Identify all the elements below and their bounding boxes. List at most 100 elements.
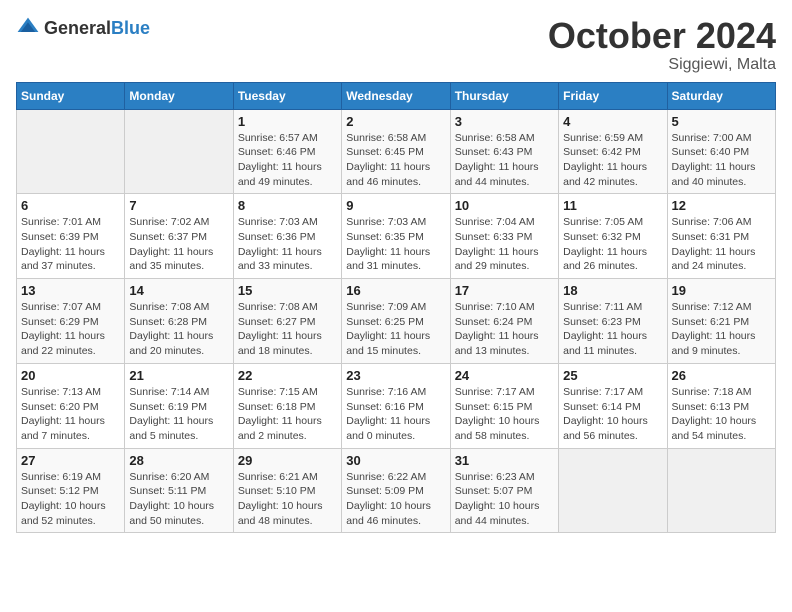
- day-number: 1: [238, 114, 337, 129]
- day-cell: 21 Sunrise: 7:14 AM Sunset: 6:19 PM Dayli…: [125, 363, 233, 448]
- day-detail: Sunrise: 7:17 AM Sunset: 6:14 PM Dayligh…: [563, 385, 662, 444]
- location-subtitle: Siggiewi, Malta: [548, 56, 776, 74]
- day-number: 4: [563, 114, 662, 129]
- day-cell: 9Sunrise: 7:03 AM Sunset: 6:35 PM Daylig…: [342, 194, 450, 279]
- day-cell: 3 Sunrise: 6:58 AM Sunset: 6:43 PM Daylig…: [450, 109, 558, 194]
- day-cell: 31Sunrise: 6:23 AM Sunset: 5:07 PM Dayli…: [450, 448, 558, 533]
- day-detail: Sunrise: 7:05 AM Sunset: 6:32 PM Dayligh…: [563, 215, 662, 274]
- weekday-header-monday: Monday: [125, 82, 233, 109]
- day-detail: Sunrise: 6:19 AM Sunset: 5:12 PM Dayligh…: [21, 470, 120, 529]
- weekday-header-sunday: Sunday: [17, 82, 125, 109]
- day-cell: 14Sunrise: 7:08 AM Sunset: 6:28 PM Dayli…: [125, 279, 233, 364]
- day-number: 22: [238, 368, 337, 383]
- week-row-5: 27 Sunrise: 6:19 AM Sunset: 5:12 PM Dayli…: [17, 448, 776, 533]
- day-detail: Sunrise: 7:08 AM Sunset: 6:28 PM Dayligh…: [129, 300, 228, 359]
- day-number: 12: [672, 198, 771, 213]
- day-number: 28: [129, 453, 228, 468]
- month-title: October 2024: [548, 16, 776, 56]
- calendar-body: 1 Sunrise: 6:57 AM Sunset: 6:46 PM Daylig…: [17, 109, 776, 533]
- day-number: 19: [672, 283, 771, 298]
- day-cell: 5 Sunrise: 7:00 AM Sunset: 6:40 PM Daylig…: [667, 109, 775, 194]
- day-detail: Sunrise: 7:08 AM Sunset: 6:27 PM Dayligh…: [238, 300, 337, 359]
- day-cell: 28 Sunrise: 6:20 AM Sunset: 5:11 PM Dayli…: [125, 448, 233, 533]
- day-detail: Sunrise: 7:10 AM Sunset: 6:24 PM Dayligh…: [455, 300, 554, 359]
- day-cell: 11 Sunrise: 7:05 AM Sunset: 6:32 PM Dayli…: [559, 194, 667, 279]
- day-cell: [125, 109, 233, 194]
- day-cell: 17 Sunrise: 7:10 AM Sunset: 6:24 PM Dayli…: [450, 279, 558, 364]
- day-cell: 7Sunrise: 7:02 AM Sunset: 6:37 PM Daylig…: [125, 194, 233, 279]
- day-cell: 16 Sunrise: 7:09 AM Sunset: 6:25 PM Dayli…: [342, 279, 450, 364]
- day-number: 25: [563, 368, 662, 383]
- day-detail: Sunrise: 6:20 AM Sunset: 5:11 PM Dayligh…: [129, 470, 228, 529]
- weekday-header-friday: Friday: [559, 82, 667, 109]
- day-detail: Sunrise: 6:57 AM Sunset: 6:46 PM Dayligh…: [238, 131, 337, 190]
- day-number: 9: [346, 198, 445, 213]
- title-area: October 2024 Siggiewi, Malta: [548, 16, 776, 74]
- day-detail: Sunrise: 7:15 AM Sunset: 6:18 PM Dayligh…: [238, 385, 337, 444]
- day-number: 17: [455, 283, 554, 298]
- day-detail: Sunrise: 7:03 AM Sunset: 6:36 PM Dayligh…: [238, 215, 337, 274]
- weekday-header-row: SundayMondayTuesdayWednesdayThursdayFrid…: [17, 82, 776, 109]
- day-number: 13: [21, 283, 120, 298]
- weekday-header-thursday: Thursday: [450, 82, 558, 109]
- day-detail: Sunrise: 7:14 AM Sunset: 6:19 PM Dayligh…: [129, 385, 228, 444]
- day-cell: [667, 448, 775, 533]
- day-number: 11: [563, 198, 662, 213]
- day-detail: Sunrise: 7:09 AM Sunset: 6:25 PM Dayligh…: [346, 300, 445, 359]
- logo-icon: [16, 16, 40, 40]
- page-header: GeneralBlue October 2024 Siggiewi, Malta: [16, 16, 776, 74]
- day-cell: 10Sunrise: 7:04 AM Sunset: 6:33 PM Dayli…: [450, 194, 558, 279]
- day-number: 30: [346, 453, 445, 468]
- logo: GeneralBlue: [16, 16, 150, 40]
- day-cell: 22 Sunrise: 7:15 AM Sunset: 6:18 PM Dayli…: [233, 363, 341, 448]
- day-detail: Sunrise: 6:23 AM Sunset: 5:07 PM Dayligh…: [455, 470, 554, 529]
- day-cell: 27 Sunrise: 6:19 AM Sunset: 5:12 PM Dayli…: [17, 448, 125, 533]
- day-detail: Sunrise: 7:07 AM Sunset: 6:29 PM Dayligh…: [21, 300, 120, 359]
- day-number: 6: [21, 198, 120, 213]
- logo-blue: Blue: [111, 18, 150, 38]
- day-cell: [17, 109, 125, 194]
- day-cell: 19Sunrise: 7:12 AM Sunset: 6:21 PM Dayli…: [667, 279, 775, 364]
- week-row-1: 1 Sunrise: 6:57 AM Sunset: 6:46 PM Daylig…: [17, 109, 776, 194]
- day-cell: 1 Sunrise: 6:57 AM Sunset: 6:46 PM Daylig…: [233, 109, 341, 194]
- day-number: 16: [346, 283, 445, 298]
- day-cell: 25 Sunrise: 7:17 AM Sunset: 6:14 PM Dayli…: [559, 363, 667, 448]
- day-detail: Sunrise: 7:06 AM Sunset: 6:31 PM Dayligh…: [672, 215, 771, 274]
- weekday-header-saturday: Saturday: [667, 82, 775, 109]
- day-cell: 24Sunrise: 7:17 AM Sunset: 6:15 PM Dayli…: [450, 363, 558, 448]
- day-detail: Sunrise: 6:59 AM Sunset: 6:42 PM Dayligh…: [563, 131, 662, 190]
- day-cell: 18 Sunrise: 7:11 AM Sunset: 6:23 PM Dayli…: [559, 279, 667, 364]
- day-detail: Sunrise: 7:11 AM Sunset: 6:23 PM Dayligh…: [563, 300, 662, 359]
- day-cell: 23 Sunrise: 7:16 AM Sunset: 6:16 PM Dayli…: [342, 363, 450, 448]
- day-detail: Sunrise: 6:58 AM Sunset: 6:45 PM Dayligh…: [346, 131, 445, 190]
- day-cell: 8Sunrise: 7:03 AM Sunset: 6:36 PM Daylig…: [233, 194, 341, 279]
- day-number: 3: [455, 114, 554, 129]
- calendar-header: SundayMondayTuesdayWednesdayThursdayFrid…: [17, 82, 776, 109]
- day-cell: [559, 448, 667, 533]
- day-number: 2: [346, 114, 445, 129]
- weekday-header-wednesday: Wednesday: [342, 82, 450, 109]
- week-row-2: 6 Sunrise: 7:01 AM Sunset: 6:39 PM Daylig…: [17, 194, 776, 279]
- week-row-4: 20 Sunrise: 7:13 AM Sunset: 6:20 PM Dayli…: [17, 363, 776, 448]
- day-number: 20: [21, 368, 120, 383]
- day-number: 5: [672, 114, 771, 129]
- day-detail: Sunrise: 7:13 AM Sunset: 6:20 PM Dayligh…: [21, 385, 120, 444]
- day-detail: Sunrise: 7:00 AM Sunset: 6:40 PM Dayligh…: [672, 131, 771, 190]
- calendar-table: SundayMondayTuesdayWednesdayThursdayFrid…: [16, 82, 776, 534]
- day-cell: 15 Sunrise: 7:08 AM Sunset: 6:27 PM Dayli…: [233, 279, 341, 364]
- day-number: 15: [238, 283, 337, 298]
- day-cell: 20 Sunrise: 7:13 AM Sunset: 6:20 PM Dayli…: [17, 363, 125, 448]
- day-cell: 29Sunrise: 6:21 AM Sunset: 5:10 PM Dayli…: [233, 448, 341, 533]
- day-detail: Sunrise: 6:22 AM Sunset: 5:09 PM Dayligh…: [346, 470, 445, 529]
- day-detail: Sunrise: 6:58 AM Sunset: 6:43 PM Dayligh…: [455, 131, 554, 190]
- week-row-3: 13 Sunrise: 7:07 AM Sunset: 6:29 PM Dayli…: [17, 279, 776, 364]
- day-number: 27: [21, 453, 120, 468]
- day-number: 23: [346, 368, 445, 383]
- day-number: 21: [129, 368, 228, 383]
- day-detail: Sunrise: 7:16 AM Sunset: 6:16 PM Dayligh…: [346, 385, 445, 444]
- day-cell: 2 Sunrise: 6:58 AM Sunset: 6:45 PM Daylig…: [342, 109, 450, 194]
- day-number: 18: [563, 283, 662, 298]
- day-detail: Sunrise: 7:01 AM Sunset: 6:39 PM Dayligh…: [21, 215, 120, 274]
- logo-general: General: [44, 18, 111, 38]
- day-detail: Sunrise: 7:04 AM Sunset: 6:33 PM Dayligh…: [455, 215, 554, 274]
